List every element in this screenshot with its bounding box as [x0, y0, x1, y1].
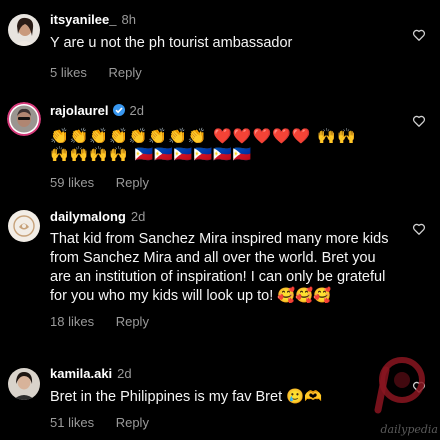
like-heart-icon[interactable]	[412, 28, 426, 42]
likes-count[interactable]: 5 likes	[50, 65, 87, 80]
comment-text: That kid from Sanchez Mira inspired many…	[50, 231, 389, 304]
avatar[interactable]	[8, 210, 40, 242]
username[interactable]: rajolaurel	[50, 103, 109, 118]
timestamp: 2d	[129, 103, 144, 118]
likes-count[interactable]: 51 likes	[50, 415, 94, 430]
comment-text: 👏👏👏👏👏👏👏👏 ❤️❤️❤️❤️❤️ 🙌🙌 🙌🙌🙌🙌 🇵🇭🇵🇭🇵🇭🇵🇭🇵🇭🇵🇭	[50, 127, 400, 163]
timestamp: 2d	[117, 366, 132, 381]
timestamp: 2d	[130, 209, 146, 224]
username[interactable]: kamila.aki	[50, 366, 112, 381]
comment-header: kamila.aki 2d	[50, 366, 400, 382]
verified-badge-icon	[112, 104, 125, 116]
comment-text-line: 🙌🙌🙌🙌 🇵🇭🇵🇭🇵🇭🇵🇭🇵🇭🇵🇭	[50, 145, 253, 163]
comment-itsyanilee: itsyanilee_ 8h Y are u not the ph tourist…	[0, 8, 440, 80]
comment-text-line: 👏👏👏👏👏👏👏👏 ❤️❤️❤️❤️❤️ 🙌🙌	[50, 127, 357, 145]
watermark-text: dailypedia	[380, 423, 438, 436]
dailypedia-logo-icon	[374, 357, 425, 414]
like-heart-icon[interactable]	[412, 114, 426, 128]
timestamp: 8h	[121, 12, 136, 27]
reply-button[interactable]: Reply	[116, 314, 149, 329]
comment-text: Y are u not the ph tourist ambassador	[50, 35, 293, 51]
comment-dailymalong: dailymalong 2d That kid from Sanchez Mira…	[0, 206, 440, 346]
likes-count[interactable]: 18 likes	[50, 314, 94, 329]
comment-header: itsyanilee_ 8h	[50, 12, 400, 28]
reply-button[interactable]: Reply	[116, 175, 149, 190]
comment-rajolaurel: rajolaurel 2d 👏👏👏👏👏👏👏👏 ❤️❤️❤️❤️❤️ 🙌🙌 🙌🙌🙌🙌…	[0, 100, 440, 190]
comment-header: dailymalong 2d	[50, 209, 400, 225]
avatar[interactable]	[8, 368, 40, 400]
reply-button[interactable]: Reply	[108, 65, 141, 80]
avatar[interactable]	[7, 102, 41, 136]
username[interactable]: itsyanilee_	[50, 12, 117, 27]
comment-text: Bret in the Philippines is my fav Bret 🥲…	[50, 389, 323, 405]
username[interactable]: dailymalong	[50, 209, 126, 224]
like-heart-icon[interactable]	[412, 222, 426, 236]
reply-button[interactable]: Reply	[116, 415, 149, 430]
comment-header: rajolaurel 2d	[50, 103, 400, 119]
avatar[interactable]	[8, 14, 40, 46]
likes-count[interactable]: 59 likes	[50, 175, 94, 190]
